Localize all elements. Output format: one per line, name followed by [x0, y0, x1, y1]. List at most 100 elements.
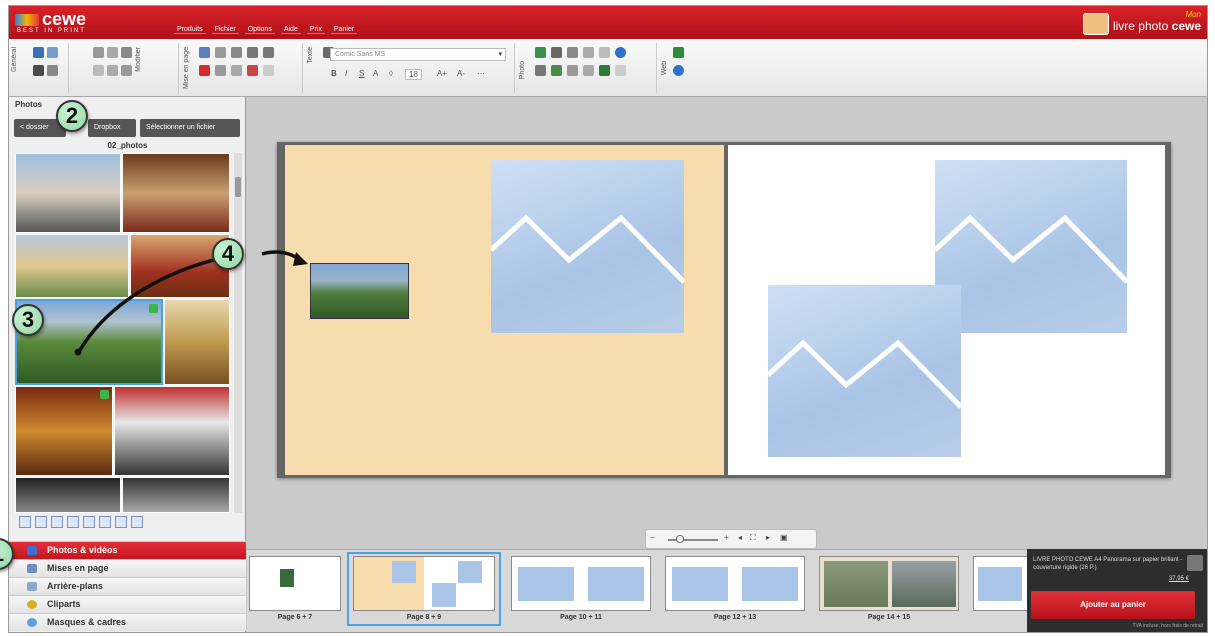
photos-sidebar: Photos < dossier Dropbox Sélectionner un… [9, 97, 246, 632]
photo-thumbnail[interactable] [122, 477, 230, 513]
placed-photo[interactable] [310, 263, 409, 319]
scrollbar-knob[interactable] [235, 177, 241, 197]
menu-options[interactable]: Options [244, 26, 275, 34]
photo-thumbnail[interactable] [164, 299, 230, 385]
spread-thumbnail-partial[interactable] [973, 556, 1027, 611]
ribbon-toolbar: Général Modifier Mise en page Texte Comi… [9, 39, 1207, 97]
nav-masks-frames[interactable]: Masques & cadres [9, 613, 246, 631]
more-layout-icon[interactable] [263, 65, 274, 76]
product-price[interactable]: 37,95 € [1169, 576, 1189, 582]
photo-placeholder-frame[interactable] [491, 160, 684, 333]
zoom-in-icon[interactable]: + [724, 533, 729, 542]
save-as-icon[interactable] [33, 65, 44, 76]
font-shrink-icon[interactable]: A- [457, 69, 465, 78]
copy-icon[interactable] [107, 65, 118, 76]
photo-filter-icon[interactable] [551, 65, 562, 76]
photo-thumbnail[interactable] [15, 153, 121, 233]
flip-icon[interactable] [215, 65, 226, 76]
menu-panier[interactable]: Panier [330, 26, 358, 34]
spread-thumbnail[interactable] [249, 556, 341, 611]
prev-page-icon[interactable]: ◂ [738, 533, 742, 542]
photo-enhance-icon[interactable] [535, 47, 546, 58]
left-page[interactable] [285, 145, 724, 475]
sort-icon[interactable] [115, 516, 127, 528]
layer-down-icon[interactable] [263, 47, 274, 58]
photo-landscape-icon[interactable] [599, 65, 610, 76]
more-text-icon[interactable]: ⋯ [477, 69, 485, 78]
photo-edit-icon[interactable] [535, 65, 546, 76]
view-list-icon[interactable] [51, 516, 63, 528]
arrange-icon[interactable] [215, 47, 226, 58]
thumbnail-scrollbar[interactable] [234, 153, 242, 513]
redo-icon[interactable] [107, 47, 118, 58]
delete-icon[interactable] [121, 47, 132, 58]
web-upload-icon[interactable] [673, 65, 684, 76]
photo-zoom-icon[interactable] [567, 47, 578, 58]
paste-icon[interactable] [121, 65, 132, 76]
bold-button[interactable]: B [331, 69, 337, 78]
spread-thumbnail-selected[interactable] [353, 556, 495, 611]
globe-icon[interactable] [615, 47, 626, 58]
italic-button[interactable]: I [345, 69, 347, 78]
photo-thumbnail[interactable] [114, 386, 230, 476]
nav-photos-videos[interactable]: Photos & vidéos [9, 541, 246, 559]
nav-cliparts[interactable]: Cliparts [9, 595, 246, 613]
nav-layouts[interactable]: Mises en page [9, 559, 246, 577]
spread-thumbnail[interactable] [511, 556, 651, 611]
spread-thumbnail[interactable] [665, 556, 805, 611]
photo-mask-icon[interactable] [567, 65, 578, 76]
menu-fichier[interactable]: Fichier [211, 26, 239, 34]
order-panel: LIVRE PHOTO CEWE A4 Panorama sur papier … [1027, 549, 1207, 632]
text-color-icon[interactable]: A [373, 69, 378, 78]
menu-prix[interactable]: Prix [306, 26, 325, 34]
align-icon[interactable] [199, 47, 210, 58]
photo-thumbnail[interactable] [15, 386, 113, 476]
photo-border-icon[interactable] [583, 65, 594, 76]
zoom-out-icon[interactable] [19, 516, 31, 528]
undo-icon[interactable] [93, 47, 104, 58]
photo-thumbnail[interactable] [15, 234, 129, 298]
add-to-cart-button[interactable]: Ajouter au panier [1031, 591, 1195, 619]
font-size-field[interactable]: 18 [405, 69, 422, 80]
photo-placeholder-frame[interactable] [935, 160, 1127, 333]
layer-up-icon[interactable] [247, 47, 258, 58]
zoom-in-icon[interactable] [35, 516, 47, 528]
photo-thumbnail[interactable] [122, 153, 230, 233]
menu-produits[interactable]: Produits [174, 26, 206, 34]
zoom-out-icon[interactable]: − [650, 533, 655, 542]
open-icon[interactable] [47, 47, 58, 58]
nav-backgrounds[interactable]: Arrière-plans [9, 577, 246, 595]
right-page[interactable] [728, 145, 1165, 475]
photo-effects-icon[interactable] [551, 47, 562, 58]
rotate-icon[interactable] [199, 65, 210, 76]
spread-thumbnail[interactable] [819, 556, 959, 611]
font-family-select[interactable]: Comic Sans MS ▾ [330, 48, 506, 61]
next-page-icon[interactable]: ▸ [766, 533, 770, 542]
save-icon[interactable] [33, 47, 44, 58]
font-grow-icon[interactable]: A+ [437, 69, 447, 78]
cut-icon[interactable] [93, 65, 104, 76]
crop-icon[interactable] [247, 65, 258, 76]
underline-button[interactable]: S [359, 69, 364, 78]
filter-icon[interactable] [131, 516, 143, 528]
photo-placeholder-frame[interactable] [768, 285, 961, 457]
photo-print-icon[interactable] [583, 47, 594, 58]
dropbox-button[interactable]: Dropbox [88, 119, 136, 137]
fit-screen-icon[interactable]: ⛶ [750, 533, 756, 543]
text-format-row: B I S A ◊ 18 A+ A- ⋯ [329, 69, 509, 83]
view-grid-icon[interactable] [67, 516, 79, 528]
view-details-icon[interactable] [99, 516, 111, 528]
settings-gear-icon[interactable] [47, 65, 58, 76]
mirror-icon[interactable] [231, 65, 242, 76]
more-photo-icon[interactable] [615, 65, 626, 76]
photo-frame-icon[interactable] [599, 47, 610, 58]
zoom-slider-handle[interactable] [676, 535, 684, 543]
text-fill-icon[interactable]: ◊ [389, 69, 393, 78]
preview-icon[interactable]: ▣ [780, 533, 788, 542]
web-share-icon[interactable] [673, 47, 684, 58]
group-icon[interactable] [231, 47, 242, 58]
menu-aide[interactable]: Aide [280, 26, 301, 34]
select-file-button[interactable]: Sélectionner un fichier [140, 119, 240, 137]
view-large-icon[interactable] [83, 516, 95, 528]
photo-thumbnail[interactable] [15, 477, 121, 513]
